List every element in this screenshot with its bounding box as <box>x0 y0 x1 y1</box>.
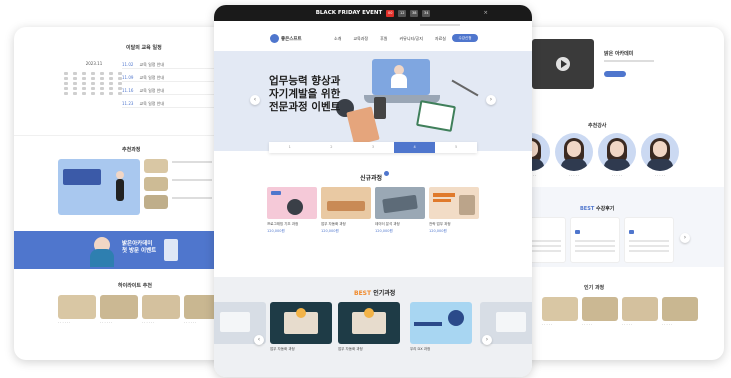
hero-next-arrow[interactable]: › <box>486 95 496 105</box>
hero-prev-arrow[interactable]: ‹ <box>250 95 260 105</box>
course-card[interactable]: 데이터 분석 과정 120,000원 <box>375 187 425 234</box>
schedule-item[interactable]: 11.23 교육 일정 안내 <box>122 100 222 108</box>
course-price: 120,000원 <box>375 228 393 233</box>
countdown-box: 34 <box>422 9 431 17</box>
popular-next-arrow[interactable]: › <box>482 335 492 345</box>
video-title: 밝은 아카데미 <box>604 51 634 57</box>
recommend-feature-card[interactable] <box>58 159 140 215</box>
course-thumb[interactable] <box>622 297 658 321</box>
popular-card[interactable]: 업무 자동화 과정 <box>270 302 332 352</box>
popular-course-title: 우리 DX 과정 <box>410 347 431 351</box>
course-title: 업무 자동화 과정 <box>321 222 346 226</box>
course-price: 120,000원 <box>321 228 339 233</box>
review-card[interactable] <box>624 217 674 263</box>
play-icon <box>561 60 567 68</box>
recommend-thumb[interactable] <box>144 195 168 209</box>
nav-item[interactable]: 교육과정 <box>353 36 368 42</box>
recommend-thumb[interactable] <box>144 159 168 173</box>
hero-tabs: 1 2 3 4 5 <box>269 142 477 153</box>
main-page-preview: BLACK FRIDAY EVENT 00 12 38 34 × 좋은스프트 소… <box>214 5 532 377</box>
teacher-avatar[interactable] <box>555 133 593 171</box>
open-book <box>416 100 456 132</box>
popular-card[interactable]: 업무 자동화 과정 <box>338 302 400 352</box>
hero-tab[interactable]: 2 <box>311 142 353 153</box>
new-badge-icon <box>384 171 389 176</box>
reviews-heading: BEST 수강후기 <box>580 206 615 212</box>
close-icon[interactable]: × <box>483 10 488 16</box>
hero-banner <box>214 51 532 151</box>
schedule-title: 이달의 교육 일정 <box>126 45 162 51</box>
logo-text[interactable]: 좋은스프트 <box>281 36 302 42</box>
course-thumb[interactable] <box>542 297 578 321</box>
course-thumb[interactable] <box>582 297 618 321</box>
schedule-item[interactable]: 11.09 교육 일정 안내 <box>122 74 222 82</box>
main-nav: 좋은스프트 소개 교육과정 후원 커뮤니티/공지 자료실 수강신청 <box>214 21 532 51</box>
teacher-avatar[interactable] <box>641 133 679 171</box>
recommend-thumb[interactable] <box>144 177 168 191</box>
course-title: 데이터 분석 과정 <box>375 222 400 226</box>
countdown-box: 00 <box>386 9 395 17</box>
hero-tab[interactable]: 5 <box>435 142 477 153</box>
schedule-item[interactable]: 11.16 교육 일정 안내 <box>122 87 222 95</box>
nav-item[interactable]: 후원 <box>380 36 387 42</box>
reviews-next-arrow[interactable]: › <box>680 233 690 243</box>
course-price: 120,000원 <box>267 228 285 233</box>
bottom-thumb-row: · · · · · · · · · · · · · · · · · · · · … <box>58 295 222 325</box>
countdown-box: 38 <box>410 9 419 17</box>
hero-tab[interactable]: 3 <box>352 142 394 153</box>
bottom-thumb-row: · · · · · · · · · · · · · · · · · · · · <box>542 297 698 327</box>
hero-tab-active[interactable]: 4 <box>393 142 436 153</box>
nav-item[interactable]: 자료실 <box>435 36 446 42</box>
teacher-avatar[interactable] <box>598 133 636 171</box>
logo-icon <box>270 34 279 43</box>
laptop-screen <box>372 59 430 95</box>
bottom-section-title: 인기 과정 <box>584 285 605 291</box>
course-card[interactable]: 업무 자동화 과정 120,000원 <box>321 187 371 234</box>
course-title: 프로그래밍 기초 과정 <box>267 222 299 226</box>
nav-item[interactable]: 커뮤니티/공지 <box>399 36 422 42</box>
course-card[interactable]: 전략 업무 과정 120,000원 <box>429 187 479 234</box>
course-thumb[interactable] <box>100 295 138 319</box>
new-courses-title: 신규과정 <box>360 175 383 182</box>
popular-course-title: 업무 자동화 과정 <box>338 347 363 351</box>
nav-item[interactable]: 소개 <box>334 36 341 42</box>
course-thumb[interactable] <box>58 295 96 319</box>
course-thumb[interactable] <box>662 297 698 321</box>
hero-tab[interactable]: 1 <box>269 142 311 153</box>
popular-title: BEST 인기과정 <box>354 290 396 297</box>
countdown-box: 12 <box>398 9 407 17</box>
popular-course-title: 업무 자동화 과정 <box>270 347 295 351</box>
recommend-title: 추천과정 <box>122 147 141 153</box>
banner-text: 밝은아카데미 첫 방문 이벤트 <box>122 241 157 255</box>
enroll-button[interactable]: 수강신청 <box>452 34 478 42</box>
course-thumb[interactable] <box>142 295 180 319</box>
popular-prev-arrow[interactable]: ‹ <box>254 335 264 345</box>
course-price: 120,000원 <box>429 228 447 233</box>
bottom-section-title: 하이라이트 추천 <box>118 283 152 289</box>
intro-video[interactable] <box>532 39 594 89</box>
hero-title: 업무능력 향상과 자기계발을 위한 전문과정 이벤트 <box>269 75 341 113</box>
course-title: 전략 업무 과정 <box>429 222 451 226</box>
phone <box>374 97 386 119</box>
teachers-title: 추천강사 <box>588 123 607 129</box>
showcase-stage: 이달의 교육 일정 2023.11 11.02 교육 일정 안내 11.09 교육 … <box>0 0 731 378</box>
review-card[interactable] <box>570 217 620 263</box>
calendar: 2023.11 <box>64 61 124 119</box>
schedule-item[interactable]: 11.02 교육 일정 안내 <box>122 61 222 69</box>
course-card[interactable]: 프로그래밍 기초 과정 120,000원 <box>267 187 317 234</box>
event-topbar[interactable]: BLACK FRIDAY EVENT 00 12 38 34 × <box>214 5 532 21</box>
event-label: BLACK FRIDAY EVENT <box>315 10 383 16</box>
video-more-button[interactable] <box>604 71 626 77</box>
popular-card[interactable]: 우리 DX 과정 <box>410 302 472 352</box>
